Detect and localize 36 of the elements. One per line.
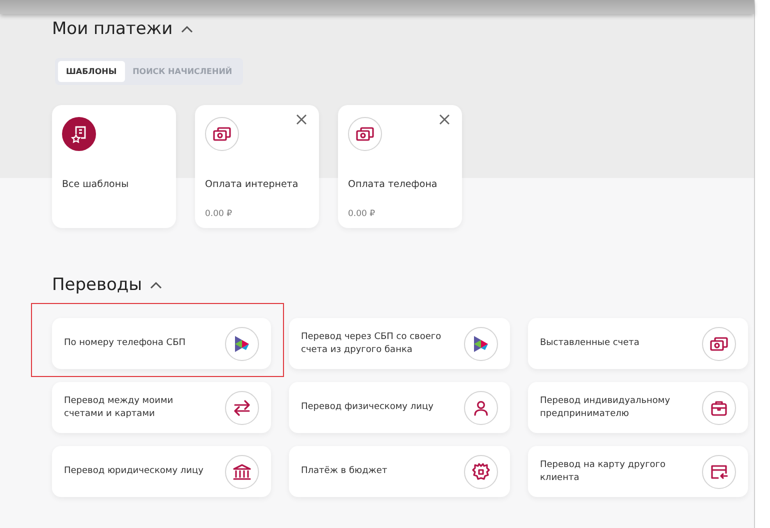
transfer-option[interactable]: Перевод юридическому лицу bbox=[52, 446, 271, 497]
transfer-option[interactable]: Перевод между моими счетами и картами bbox=[52, 382, 271, 433]
section-title: Переводы bbox=[52, 275, 142, 295]
transfer-option[interactable]: Платёж в бюджет bbox=[289, 446, 510, 497]
template-name: Оплата телефона bbox=[348, 179, 438, 190]
transfer-option[interactable]: Выставленные счета bbox=[528, 318, 748, 369]
transfer-option[interactable]: По номеру телефона СБП bbox=[52, 318, 271, 369]
transfer-option[interactable]: Перевод физическому лицу bbox=[289, 382, 510, 433]
template-amount: 0.00 ₽ bbox=[205, 209, 234, 219]
emblem-icon bbox=[472, 462, 490, 480]
close-icon[interactable] bbox=[439, 114, 450, 125]
template-card[interactable]: Оплата интернета 0.00 ₽ bbox=[195, 105, 319, 228]
briefcase-icon bbox=[710, 400, 728, 416]
template-card[interactable]: Оплата телефона 0.00 ₽ bbox=[338, 105, 462, 228]
template-card[interactable]: Все шаблоны bbox=[52, 105, 176, 228]
bills-icon bbox=[356, 126, 374, 142]
bank-icon bbox=[233, 464, 251, 480]
close-icon[interactable] bbox=[296, 114, 307, 125]
collapse-chevron-icon[interactable] bbox=[180, 25, 193, 33]
transfer-option[interactable]: Перевод на карту другого клиента bbox=[528, 446, 748, 497]
card-return-icon bbox=[710, 464, 728, 480]
transfer-option[interactable]: Перевод индивидуальному предпринимателю bbox=[528, 382, 748, 433]
person-icon bbox=[473, 400, 489, 416]
template-name: Оплата интернета bbox=[205, 179, 300, 190]
swap-arrows-icon bbox=[233, 400, 251, 416]
template-name: Все шаблоны bbox=[62, 179, 130, 190]
section-title: Мои платежи bbox=[52, 19, 173, 39]
sbp-logo-icon bbox=[473, 334, 489, 352]
bills-icon bbox=[213, 126, 231, 142]
bills-icon bbox=[710, 336, 728, 352]
collapse-chevron-icon[interactable] bbox=[150, 281, 162, 289]
transfer-option[interactable]: Перевод через СБП со своего счета из другого банка bbox=[289, 318, 510, 369]
templates-icon bbox=[62, 117, 96, 151]
tab[interactable]: ШАБЛОНЫ bbox=[58, 61, 125, 82]
sbp-logo-icon bbox=[234, 334, 250, 352]
template-amount: 0.00 ₽ bbox=[348, 209, 376, 219]
